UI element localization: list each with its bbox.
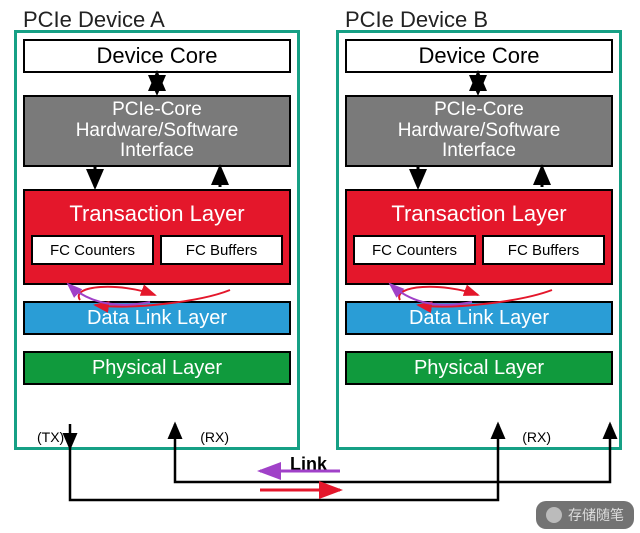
link-wire-icon: [70, 448, 498, 500]
interface-line3: Interface: [442, 141, 516, 162]
fc-counters-box: FC Counters: [31, 235, 154, 265]
device-core-label: Device Core: [418, 43, 539, 69]
tx-label: (TX): [37, 429, 64, 445]
physical-label: Physical Layer: [414, 357, 544, 380]
link-label: Link: [290, 454, 327, 475]
physical-layer-box: Physical Layer: [345, 351, 613, 385]
watermark-text: 存储随笔: [568, 505, 624, 525]
fc-counters-label: FC Counters: [372, 242, 457, 259]
transaction-label: Transaction Layer: [353, 195, 605, 235]
interface-line3: Interface: [120, 141, 194, 162]
datalink-layer-box: Data Link Layer: [345, 301, 613, 335]
datalink-label: Data Link Layer: [409, 307, 549, 330]
device-a-title: PCIe Device A: [23, 7, 165, 33]
interface-line1: PCIe-Core: [434, 100, 524, 121]
fc-buffers-label: FC Buffers: [508, 242, 579, 259]
arrow-gap: [345, 167, 613, 189]
physical-label: Physical Layer: [92, 357, 222, 380]
watermark-icon: [546, 507, 562, 523]
rx-label: (RX): [522, 429, 551, 445]
interface-line2: Hardware/Software: [398, 121, 561, 142]
datalink-layer-box: Data Link Layer: [23, 301, 291, 335]
arrow-gap: [23, 285, 291, 301]
transaction-layer-box: Transaction Layer FC Counters FC Buffers: [345, 189, 613, 285]
transaction-layer-box: Transaction Layer FC Counters FC Buffers: [23, 189, 291, 285]
physical-layer-box: Physical Layer: [23, 351, 291, 385]
fc-counters-box: FC Counters: [353, 235, 476, 265]
interface-line1: PCIe-Core: [112, 100, 202, 121]
fc-buffers-box: FC Buffers: [482, 235, 605, 265]
fc-row: FC Counters FC Buffers: [353, 235, 605, 265]
device-core-box: Device Core: [345, 39, 613, 73]
pcie-device-a: PCIe Device A Device Core PCIe-Core Hard…: [14, 30, 300, 450]
interface-line2: Hardware/Software: [76, 121, 239, 142]
device-core-box: Device Core: [23, 39, 291, 73]
fc-buffers-label: FC Buffers: [186, 242, 257, 259]
device-core-label: Device Core: [96, 43, 217, 69]
rx-label: (RX): [200, 429, 229, 445]
arrow-gap: [345, 73, 613, 95]
fc-buffers-box: FC Buffers: [160, 235, 283, 265]
datalink-label: Data Link Layer: [87, 307, 227, 330]
arrow-gap: [23, 335, 291, 351]
fc-counters-label: FC Counters: [50, 242, 135, 259]
arrow-gap: [345, 335, 613, 351]
arrow-gap: [345, 285, 613, 301]
fc-row: FC Counters FC Buffers: [31, 235, 283, 265]
device-b-title: PCIe Device B: [345, 7, 488, 33]
interface-box: PCIe-Core Hardware/Software Interface: [345, 95, 613, 167]
interface-box: PCIe-Core Hardware/Software Interface: [23, 95, 291, 167]
transaction-label: Transaction Layer: [31, 195, 283, 235]
pcie-device-b: PCIe Device B Device Core PCIe-Core Hard…: [336, 30, 622, 450]
arrow-gap: [23, 73, 291, 95]
arrow-gap: [23, 167, 291, 189]
watermark: 存储随笔: [536, 501, 634, 529]
